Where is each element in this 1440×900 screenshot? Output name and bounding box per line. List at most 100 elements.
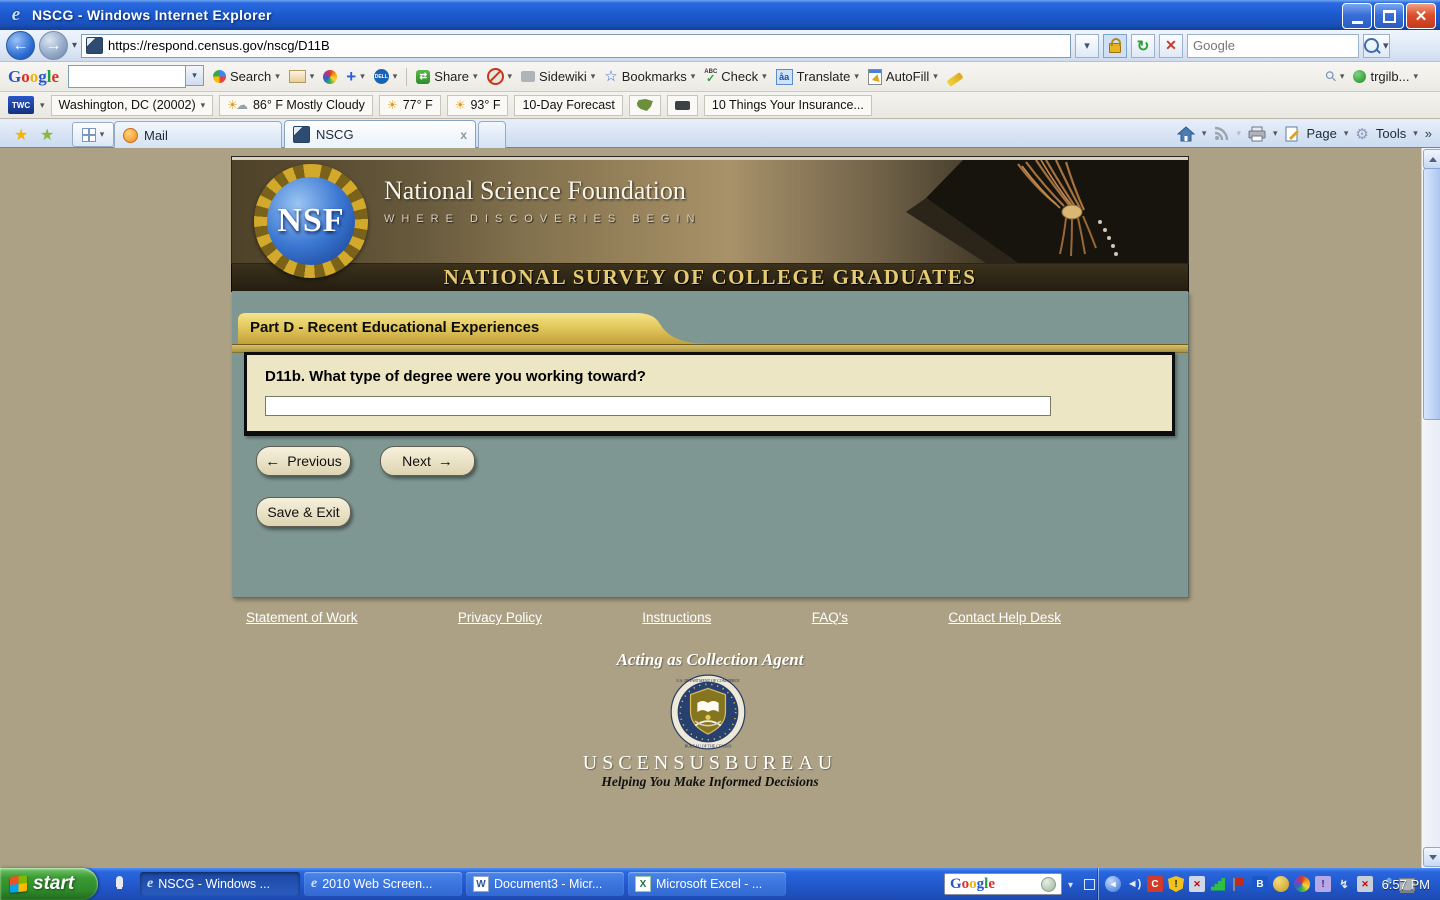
toolbar-settings-button[interactable]: ⚲ ▾ <box>1321 67 1344 86</box>
bookmarks-button[interactable]: ☆ Bookmarks ▾ <box>604 69 695 84</box>
tray-network-offline-icon[interactable]: ✕ <box>1189 876 1205 892</box>
search-options-caret[interactable]: ▾ <box>1383 39 1389 52</box>
start-button[interactable]: start <box>0 868 98 900</box>
task-button-web-screen[interactable]: e 2010 Web Screen... <box>304 872 462 896</box>
popup-blocker-button[interactable]: ▾ <box>486 68 512 85</box>
statement-of-work-link[interactable]: Statement of Work <box>246 610 358 625</box>
home-icon[interactable] <box>1176 125 1195 142</box>
rss-feed-icon[interactable] <box>1213 126 1229 142</box>
current-conditions[interactable]: ☀ ☁ 86° F Mostly Cloudy <box>219 94 373 116</box>
page-icon[interactable] <box>1285 126 1300 142</box>
forecast-button[interactable]: 10-Day Forecast <box>514 94 623 116</box>
instructions-link[interactable]: Instructions <box>642 610 711 625</box>
tray-security-alert-icon[interactable]: ! <box>1168 876 1184 892</box>
highlighter-icon[interactable] <box>946 72 964 87</box>
toolbar-search-input[interactable] <box>68 65 187 88</box>
save-exit-button[interactable]: Save & Exit <box>256 497 351 527</box>
twc-caret[interactable]: ▾ <box>40 100 45 111</box>
contact-help-desk-link[interactable]: Contact Help Desk <box>948 610 1061 625</box>
tray-messenger-icon[interactable]: ! <box>1315 876 1331 892</box>
url-text[interactable]: https://respond.census.gov/nscg/D11B <box>108 38 330 53</box>
previous-button[interactable]: ← Previous <box>256 446 351 476</box>
scroll-up-button[interactable] <box>1423 149 1440 169</box>
faqs-link[interactable]: FAQ's <box>812 610 848 625</box>
search-go-button[interactable]: ▾ <box>1363 33 1390 58</box>
tab-nscg-active[interactable]: NSCG x <box>284 120 476 148</box>
task-button-word[interactable]: W Document3 - Micr... <box>466 872 624 896</box>
translate-button[interactable]: åa Translate ▾ <box>775 68 859 85</box>
next-button[interactable]: Next → <box>380 446 475 476</box>
taskbar-clock[interactable]: 6:57 PM <box>1382 868 1430 900</box>
tools-menu-label[interactable]: Tools <box>1376 126 1406 141</box>
twc-logo-icon[interactable]: TWC <box>8 96 34 114</box>
restore-button[interactable] <box>1374 3 1404 29</box>
toolbar-add-button[interactable]: + ▾ <box>346 68 364 85</box>
tab-mail[interactable]: Mail <box>114 121 282 148</box>
tray-flag-icon[interactable] <box>1233 877 1245 891</box>
morning-temp[interactable]: ☀ 77° F <box>378 94 441 116</box>
forward-button[interactable]: → <box>39 31 68 60</box>
print-icon[interactable] <box>1248 126 1266 142</box>
address-field[interactable]: https://respond.census.gov/nscg/D11B <box>81 33 1072 58</box>
toolbar-search-dropdown[interactable]: ▾ <box>186 65 205 86</box>
toolbar-dell-button[interactable]: DELL ▾ <box>373 69 397 84</box>
search-caret[interactable]: ▾ <box>275 71 280 82</box>
vertical-scrollbar[interactable] <box>1421 148 1440 868</box>
back-button[interactable]: ← <box>6 31 35 60</box>
tray-bluetooth-icon[interactable]: B <box>1252 876 1268 892</box>
autofill-button[interactable]: AutoFill ▾ <box>867 68 938 85</box>
add-favorite-button[interactable]: ★ <box>40 125 54 145</box>
tools-caret[interactable]: ▾ <box>1413 128 1418 139</box>
new-tab-stub[interactable] <box>478 121 506 148</box>
tray-signal-icon[interactable] <box>1211 878 1225 891</box>
refresh-button[interactable]: ↻ <box>1131 33 1156 58</box>
toolbar-search-button[interactable]: Search ▾ <box>213 69 280 84</box>
home-caret[interactable]: ▾ <box>1202 128 1207 139</box>
google-deskbar[interactable]: Google <box>944 873 1062 895</box>
gear-icon[interactable]: ⚙ <box>1355 125 1368 143</box>
close-button[interactable]: ✕ <box>1406 3 1436 29</box>
close-tab-icon[interactable]: x <box>460 128 467 142</box>
weather-map-button[interactable] <box>628 94 661 116</box>
answer-input[interactable] <box>265 396 1051 416</box>
tray-printer-error-icon[interactable]: ✕ <box>1357 876 1373 892</box>
spellcheck-button[interactable]: ABC ✓ Check ▾ <box>704 69 766 84</box>
deskbar-restore-icon[interactable] <box>1084 879 1095 890</box>
stop-button[interactable]: ✕ <box>1159 33 1184 58</box>
sidewiki-button[interactable]: Sidewiki ▾ <box>521 69 595 84</box>
page-caret[interactable]: ▾ <box>1344 128 1349 139</box>
scroll-down-button[interactable] <box>1423 847 1440 867</box>
task-button-excel[interactable]: X Microsoft Excel - ... <box>628 872 786 896</box>
tray-update-icon[interactable] <box>1273 876 1289 892</box>
toolbar-swirl-button[interactable] <box>323 69 338 84</box>
address-dropdown-button[interactable]: ▾ <box>1075 33 1100 58</box>
quick-tabs-button[interactable]: ▾ <box>72 122 114 147</box>
minimize-button[interactable] <box>1342 3 1372 29</box>
overflow-chevron-icon[interactable]: » <box>1425 126 1432 141</box>
security-lock-button[interactable] <box>1103 33 1128 58</box>
history-dropdown[interactable]: ▾ <box>72 40 77 51</box>
task-button-nscg[interactable]: e NSCG - Windows ... <box>140 872 300 896</box>
toolbar-news-button[interactable]: ▾ <box>288 70 314 83</box>
privacy-policy-link[interactable]: Privacy Policy <box>458 610 542 625</box>
weather-video-button[interactable] <box>666 94 698 116</box>
tray-picasa-icon[interactable] <box>1294 876 1310 892</box>
deskbar-caret[interactable]: ▾ <box>1068 880 1073 891</box>
headline-label: 10 Things Your Insurance... <box>711 98 864 112</box>
favorites-button[interactable]: ★ <box>14 125 28 145</box>
tray-hide-chevron-icon[interactable]: ◄ <box>1105 876 1121 892</box>
share-button[interactable]: ⇄ Share ▾ <box>416 69 478 84</box>
afternoon-temp[interactable]: ☀ 93° F <box>446 94 509 116</box>
tray-content-advisor-icon[interactable]: C <box>1147 876 1163 892</box>
scrollbar-thumb[interactable] <box>1423 168 1440 420</box>
weather-headline-link[interactable]: 10 Things Your Insurance... <box>703 94 872 116</box>
weather-location-select[interactable]: Washington, DC (20002) ▾ <box>50 94 214 116</box>
account-button[interactable]: trgilb... ▾ <box>1353 69 1418 84</box>
tray-volume-icon[interactable]: ◄) <box>1126 876 1142 892</box>
print-caret[interactable]: ▾ <box>1273 128 1278 139</box>
deskbar-search-icon[interactable] <box>1041 876 1056 892</box>
ie-search-input[interactable] <box>1187 33 1360 58</box>
page-menu-label[interactable]: Page <box>1307 126 1337 141</box>
quick-launch-mic-icon[interactable] <box>116 876 123 887</box>
tray-pointer-icon[interactable]: ↯ <box>1336 876 1352 892</box>
